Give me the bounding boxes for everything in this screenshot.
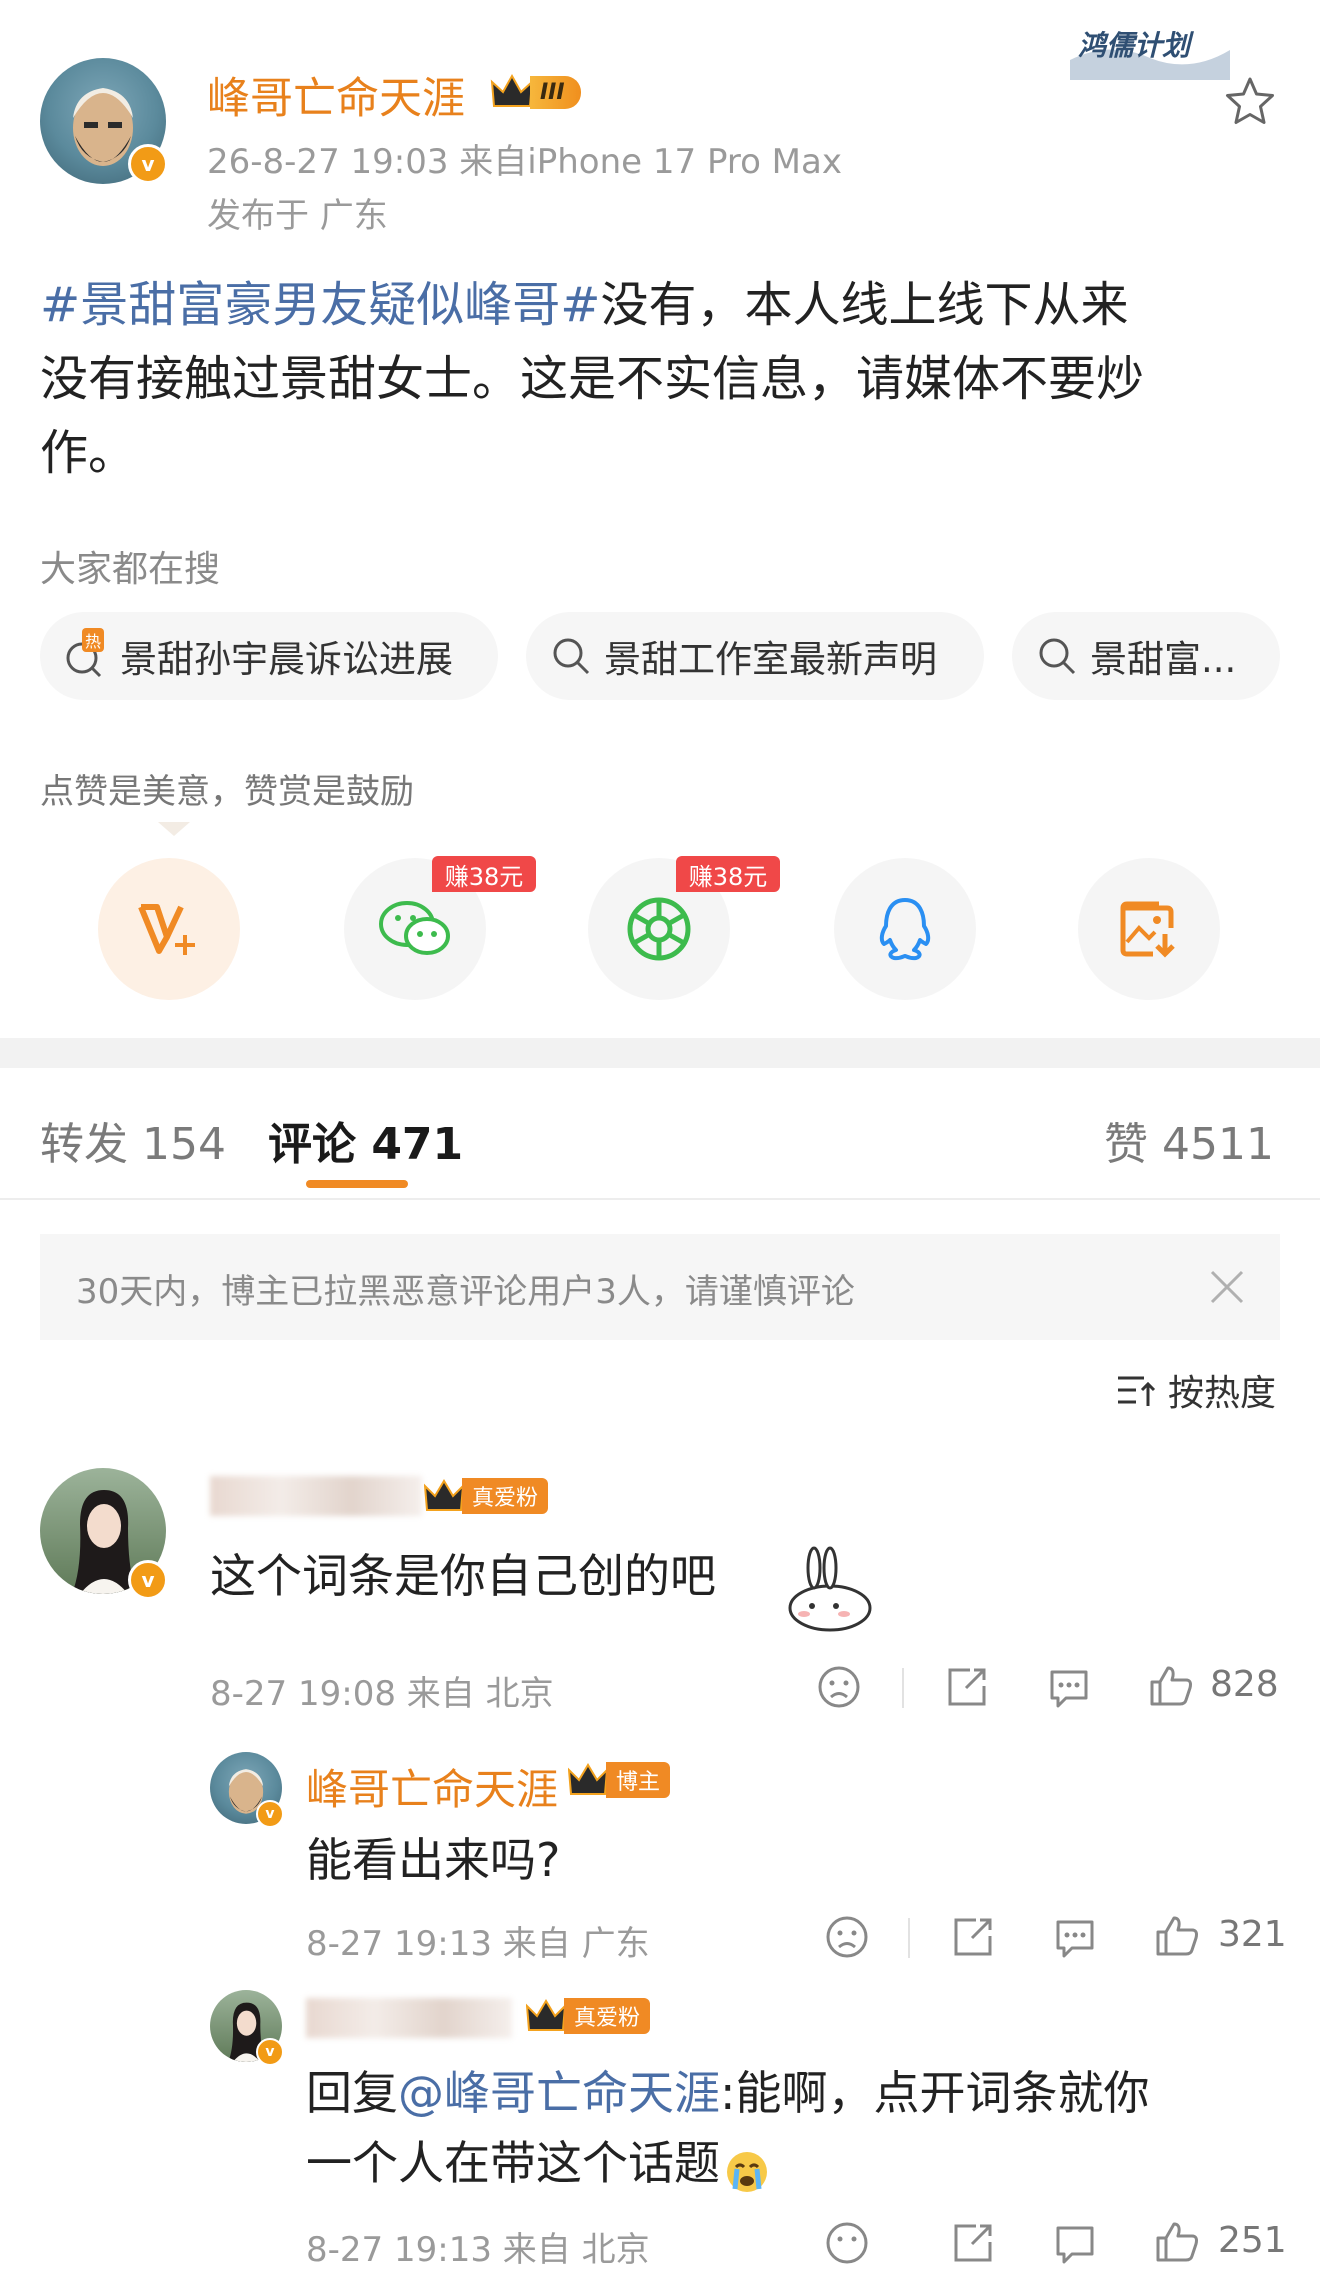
post-text-line3: 作。: [40, 425, 137, 481]
earn-badge: 赚38元: [676, 856, 780, 892]
crying-emoji-icon: [724, 2144, 770, 2192]
vip-level-badge[interactable]: III: [490, 70, 581, 114]
verified-v-icon: v: [128, 144, 168, 184]
crown-icon: [424, 1479, 464, 1511]
replier-name-blurred: [306, 1998, 512, 2038]
search-icon: [553, 638, 590, 675]
search-tag-2[interactable]: 景甜工作室最新声明: [526, 612, 984, 700]
comment-icon[interactable]: [1046, 1664, 1092, 1710]
commenter-name-blurred: [210, 1476, 422, 1516]
section-divider: [0, 1038, 1320, 1068]
search-tag-label: 景甜富...: [1090, 638, 1237, 681]
reply-text: 能看出来吗?: [306, 1833, 561, 1887]
active-tab-indicator: [306, 1180, 408, 1188]
favorite-star-icon[interactable]: [1224, 76, 1276, 126]
like-count: 251: [1218, 2220, 1287, 2261]
comment-meta: 8-27 19:08 来自 北京: [210, 1674, 554, 1714]
hint-pointer: [158, 822, 190, 836]
like-thumb-icon[interactable]: [1154, 1912, 1200, 1958]
like-count: 321: [1218, 1914, 1287, 1955]
reply-text: 回复@峰哥亡命天涯:能啊，点开词条就你 一个人在带这个话题: [306, 2066, 1150, 2192]
like-count: 828: [1210, 1664, 1279, 1705]
tab-comment[interactable]: 评论 471: [268, 1108, 463, 1172]
dislike-icon[interactable]: [816, 1664, 862, 1710]
post-body: #景甜富豪男友疑似峰哥#没有，本人线上线下从来 没有接触过景甜女士。这是不实信息…: [40, 268, 1144, 490]
crown-icon: [526, 1999, 566, 2031]
post-meta: 26-8-27 19:03 来自iPhone 17 Pro Max: [207, 142, 842, 182]
divider: [908, 1918, 910, 1958]
author-badge: 博主: [568, 1758, 671, 1802]
close-icon[interactable]: [1208, 1268, 1246, 1306]
crown-icon: [490, 73, 534, 107]
replier-name[interactable]: 峰哥亡命天涯: [306, 1756, 558, 1817]
reward-button[interactable]: [98, 858, 240, 1000]
search-tag-3[interactable]: 景甜富...: [1012, 612, 1280, 700]
post-text-line2: 没有接触过景甜女士。这是不实信息，请媒体不要炒: [40, 351, 1145, 407]
fan-badge: 真爱粉: [526, 1994, 651, 2038]
like-thumb-icon[interactable]: [1148, 1662, 1194, 1708]
verified-v-icon: v: [128, 1560, 168, 1600]
share-icon[interactable]: [944, 1664, 990, 1710]
search-section-title: 大家都在搜: [40, 549, 221, 590]
earn-badge: 赚38元: [432, 856, 536, 892]
comment-notice-bar: 30天内，博主已拉黑恶意评论用户3人，请谨慎评论: [40, 1234, 1280, 1340]
search-tag-label: 景甜孙宇晨诉讼进展: [120, 638, 453, 681]
hashtag-link[interactable]: #景甜富豪男友疑似峰哥#: [40, 277, 600, 333]
verified-v-icon: v: [256, 1800, 284, 1828]
reward-hint: 点赞是美意，赞赏是鼓励: [40, 772, 414, 812]
mention-link[interactable]: @峰哥亡命天涯: [398, 2066, 720, 2120]
divider: [902, 1668, 904, 1708]
level-badge-text: III: [530, 75, 581, 109]
search-tag-1[interactable]: 热 景甜孙宇晨诉讼进展: [40, 612, 498, 700]
save-image-icon: [1120, 901, 1175, 958]
tab-underline: [0, 1198, 1320, 1200]
search-icon: [1039, 638, 1076, 675]
tab-like[interactable]: 赞 4511: [1104, 1108, 1274, 1172]
share-icon[interactable]: [950, 1914, 996, 1960]
dislike-icon[interactable]: [824, 1914, 870, 1960]
reply-meta: 8-27 19:13 来自 北京: [306, 2230, 650, 2270]
comment-text: 这个词条是你自己创的吧: [210, 1549, 716, 1603]
post-location: 发布于 广东: [207, 196, 388, 236]
comment-icon[interactable]: [1052, 1914, 1098, 1960]
share-icon[interactable]: [950, 2220, 996, 2266]
comment-icon[interactable]: [1052, 2220, 1098, 2266]
bunny-sticker-icon: [784, 1546, 882, 1636]
tab-repost[interactable]: 转发 154: [40, 1108, 226, 1172]
save-image-button[interactable]: [1078, 858, 1220, 1000]
search-tag-label: 景甜工作室最新声明: [604, 638, 937, 681]
moments-icon: [627, 897, 691, 961]
hot-search-icon: 热: [64, 628, 108, 678]
reward-icon: [138, 904, 195, 955]
crown-icon: [568, 1763, 608, 1795]
fan-badge: 真爱粉: [424, 1474, 549, 1518]
verified-v-icon: v: [256, 2038, 284, 2066]
qq-icon: [879, 898, 931, 961]
author-name[interactable]: 峰哥亡命天涯: [207, 64, 465, 126]
sort-icon: [1117, 1376, 1156, 1406]
notice-text: 30天内，博主已拉黑恶意评论用户3人，请谨慎评论: [76, 1272, 855, 1312]
post-text-line1: 没有，本人线上线下从来: [600, 277, 1129, 333]
wechat-icon: [379, 901, 450, 955]
dislike-icon[interactable]: [824, 2220, 870, 2266]
share-qq-button[interactable]: [834, 858, 976, 1000]
reply-meta: 8-27 19:13 来自 广东: [306, 1924, 650, 1964]
watermark-logo: 鸿儒计划: [1070, 20, 1230, 80]
sort-by-hot-button[interactable]: 按热度: [1116, 1366, 1276, 1414]
like-thumb-icon[interactable]: [1154, 2218, 1200, 2264]
